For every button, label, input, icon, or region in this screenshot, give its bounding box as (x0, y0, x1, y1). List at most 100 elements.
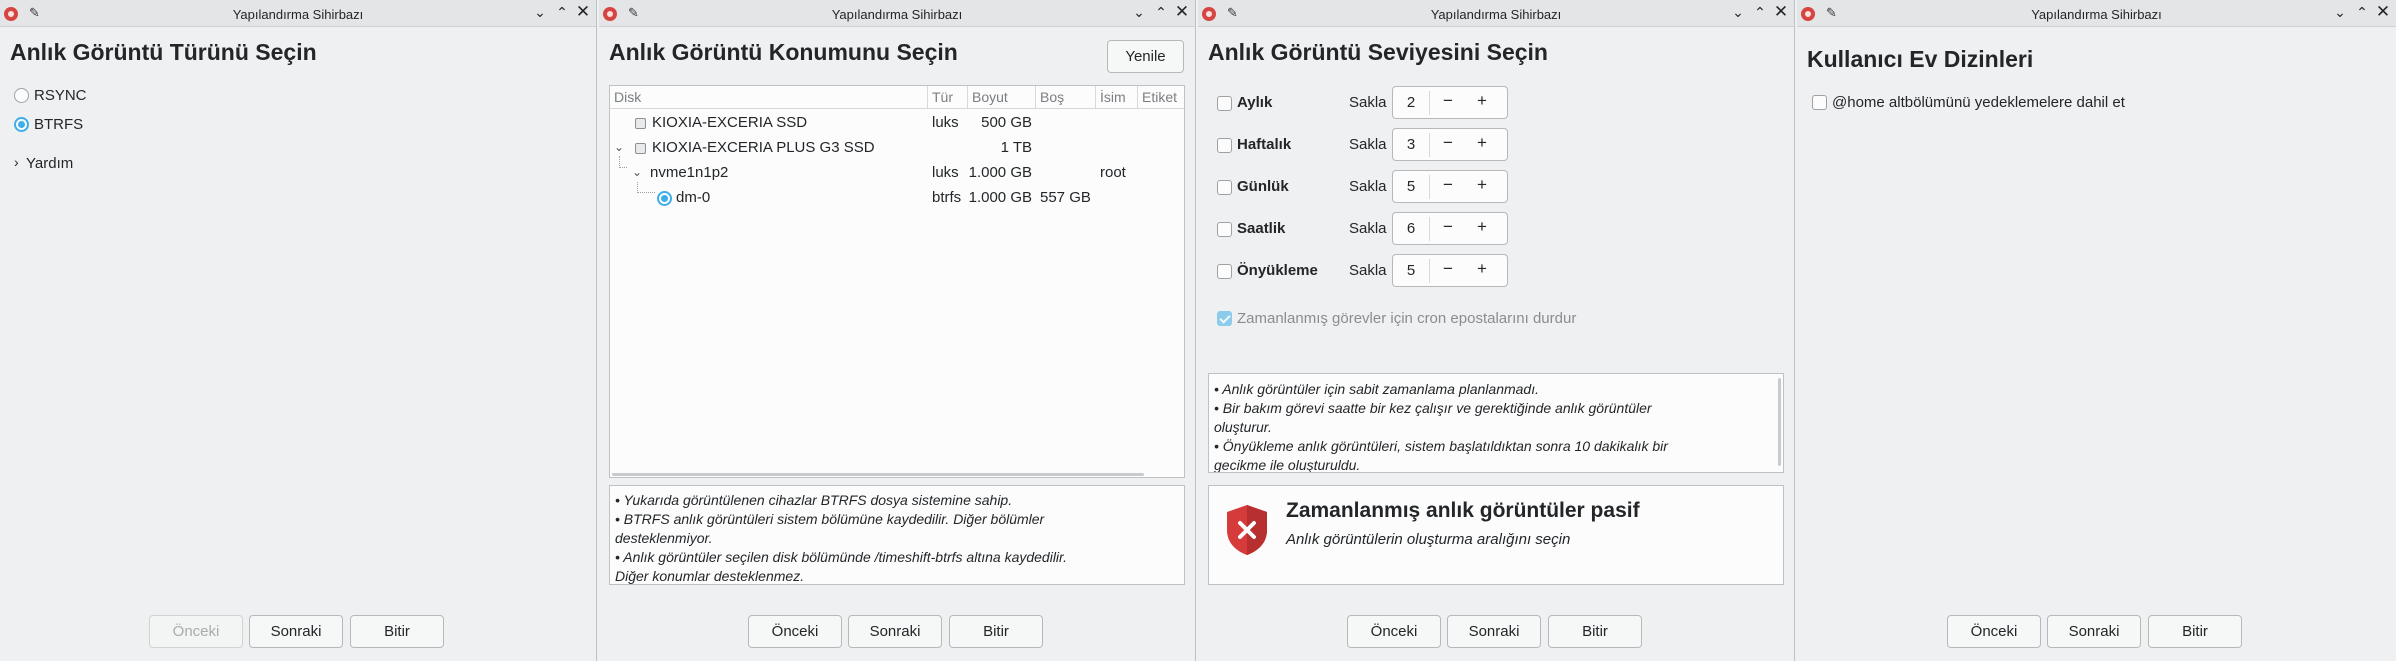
daily-checkbox[interactable] (1217, 180, 1232, 195)
column-header-size[interactable]: Boyut (968, 86, 1036, 108)
close-icon[interactable]: ✕ (2375, 2, 2391, 22)
level-label: Önyükleme (1237, 262, 1318, 279)
window-title: Yapılandırma Sihirbazı (831, 7, 963, 22)
disk-table[interactable]: Disk Tür Boyut Boş İsim Etiket KIOXIA-EX… (609, 85, 1185, 478)
include-home-checkbox[interactable] (1812, 95, 1827, 110)
btrfs-label[interactable]: BTRFS (34, 116, 83, 133)
next-button[interactable]: Sonraki (2047, 615, 2141, 648)
column-header-free[interactable]: Boş (1036, 86, 1096, 108)
plus-icon[interactable]: + (1469, 259, 1495, 279)
minus-icon[interactable]: − (1435, 91, 1461, 111)
cron-email-checkbox[interactable] (1217, 311, 1232, 326)
monthly-checkbox[interactable] (1217, 96, 1232, 111)
vertical-scrollbar[interactable] (1778, 378, 1781, 466)
keep-spinbox[interactable]: 5 − + (1392, 170, 1508, 203)
window-title: Yapılandırma Sihirbazı (232, 7, 364, 22)
column-header-name[interactable]: İsim (1096, 86, 1138, 108)
finish-button[interactable]: Bitir (1548, 615, 1642, 648)
spin-value[interactable]: 3 (1393, 136, 1429, 153)
maximize-icon[interactable]: ⌃ (2354, 4, 2370, 21)
free-cell: 557 GB (1040, 189, 1091, 206)
chevron-down-icon[interactable]: ⌄ (632, 165, 642, 179)
keep-label: Sakla (1349, 94, 1387, 111)
name-cell: root (1100, 164, 1126, 181)
size-cell: 1.000 GB (968, 164, 1032, 181)
plus-icon[interactable]: + (1469, 217, 1495, 237)
minimize-icon[interactable]: ⌄ (1730, 4, 1746, 21)
note-line: oluşturur. (1214, 419, 1272, 435)
refresh-button[interactable]: Yenile (1107, 40, 1184, 73)
page-title: Anlık Görüntü Seviyesini Seçin (1208, 39, 1548, 65)
finish-button[interactable]: Bitir (949, 615, 1043, 648)
maximize-icon[interactable]: ⌃ (554, 4, 570, 21)
chevron-down-icon[interactable]: ⌄ (614, 140, 624, 154)
finish-button[interactable]: Bitir (2148, 615, 2242, 648)
include-home-label: @home altbölümünü yedeklemelere dahil et (1832, 94, 2125, 111)
keep-spinbox[interactable]: 5 − + (1392, 254, 1508, 287)
prev-button[interactable]: Önceki (149, 615, 243, 648)
cron-email-label: Zamanlanmış görevler için cron epostalar… (1237, 310, 1577, 327)
minus-icon[interactable]: − (1435, 133, 1461, 153)
plus-icon[interactable]: + (1469, 91, 1495, 111)
plus-icon[interactable]: + (1469, 175, 1495, 195)
close-icon[interactable]: ✕ (1773, 2, 1789, 22)
note-line: • Önyükleme anlık görüntüleri, sistem ba… (1214, 438, 1668, 454)
level-label: Saatlik (1237, 220, 1286, 237)
prev-button[interactable]: Önceki (1947, 615, 2041, 648)
minus-icon[interactable]: − (1435, 175, 1461, 195)
chevron-right-icon[interactable]: › (14, 154, 19, 170)
close-icon[interactable]: ✕ (1174, 2, 1190, 22)
rsync-radio[interactable] (14, 88, 29, 103)
disk-icon (635, 118, 646, 129)
wizard-window-levels: ✎ Yapılandırma Sihirbazı ⌄ ⌃ ✕ Anlık Gör… (1198, 0, 1795, 661)
type-cell: btrfs (932, 189, 962, 206)
prev-button[interactable]: Önceki (748, 615, 842, 648)
column-header-disk[interactable]: Disk (610, 86, 928, 108)
note-line: • BTRFS anlık görüntüleri sistem bölümün… (615, 511, 1045, 527)
weekly-checkbox[interactable] (1217, 138, 1232, 153)
size-cell: 1.000 GB (968, 189, 1032, 206)
keep-spinbox[interactable]: 2 − + (1392, 86, 1508, 119)
status-subtitle: Anlık görüntülerin oluşturma aralığını s… (1286, 531, 1571, 548)
keep-spinbox[interactable]: 6 − + (1392, 212, 1508, 245)
horizontal-scrollbar[interactable] (612, 473, 1144, 476)
schedule-status-panel: Zamanlanmış anlık görüntüler pasif Anlık… (1208, 485, 1784, 585)
minimize-icon[interactable]: ⌄ (2332, 4, 2348, 21)
plus-icon[interactable]: + (1469, 133, 1495, 153)
wizard-window-home: ✎ Yapılandırma Sihirbazı ⌄ ⌃ ✕ Kullanıcı… (1797, 0, 2396, 661)
btrfs-radio[interactable] (14, 117, 29, 132)
note-line: desteklenmiyor. (615, 530, 713, 546)
dm-0-radio[interactable] (657, 191, 672, 206)
disk-cell: KIOXIA-EXCERIA PLUS G3 SSD (652, 139, 875, 156)
spin-value[interactable]: 6 (1393, 220, 1429, 237)
spin-value[interactable]: 2 (1393, 94, 1429, 111)
size-cell: 1 TB (1000, 139, 1032, 156)
hourly-checkbox[interactable] (1217, 222, 1232, 237)
keep-label: Sakla (1349, 220, 1387, 237)
next-button[interactable]: Sonraki (249, 615, 343, 648)
level-label: Haftalık (1237, 136, 1292, 153)
maximize-icon[interactable]: ⌃ (1153, 4, 1169, 21)
help-expander[interactable]: Yardım (26, 155, 73, 172)
note-line: • Anlık görüntüler için sabit zamanlama … (1214, 381, 1539, 397)
info-notes-panel: • Yukarıda görüntülenen cihazlar BTRFS d… (609, 485, 1185, 585)
prev-button[interactable]: Önceki (1347, 615, 1441, 648)
next-button[interactable]: Sonraki (1447, 615, 1541, 648)
minimize-icon[interactable]: ⌄ (1131, 4, 1147, 21)
spin-value[interactable]: 5 (1393, 178, 1429, 195)
keep-spinbox[interactable]: 3 − + (1392, 128, 1508, 161)
minus-icon[interactable]: − (1435, 259, 1461, 279)
column-header-type[interactable]: Tür (928, 86, 968, 108)
minimize-icon[interactable]: ⌄ (532, 4, 548, 21)
spin-value[interactable]: 5 (1393, 262, 1429, 279)
minus-icon[interactable]: − (1435, 217, 1461, 237)
note-line: • Anlık görüntüler seçilen disk bölümünd… (615, 549, 1068, 565)
maximize-icon[interactable]: ⌃ (1752, 4, 1768, 21)
close-icon[interactable]: ✕ (575, 2, 591, 22)
column-header-label[interactable]: Etiket (1138, 86, 1186, 108)
rsync-label[interactable]: RSYNC (34, 87, 87, 104)
disk-icon (635, 143, 646, 154)
next-button[interactable]: Sonraki (848, 615, 942, 648)
finish-button[interactable]: Bitir (350, 615, 444, 648)
boot-checkbox[interactable] (1217, 264, 1232, 279)
